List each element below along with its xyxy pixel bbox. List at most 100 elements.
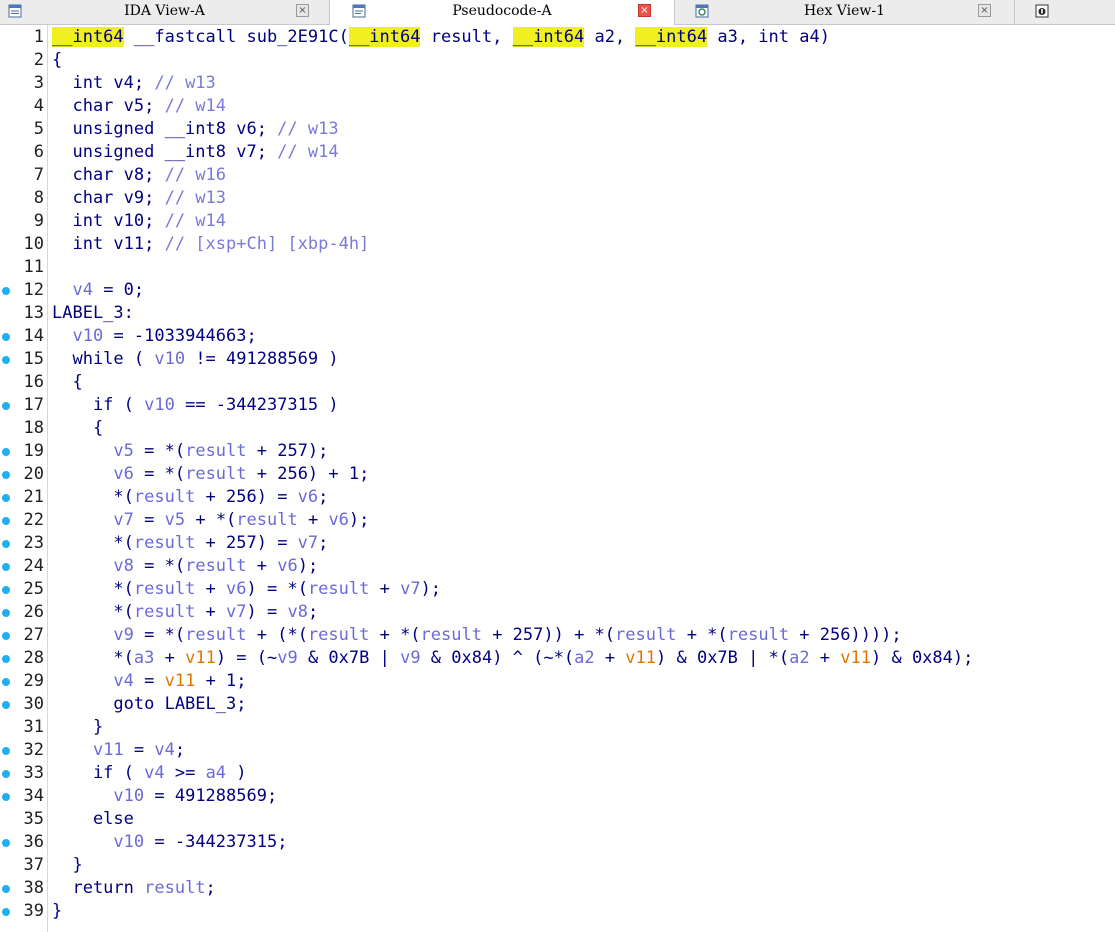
code-text[interactable]: }	[52, 716, 103, 739]
code-text[interactable]: *(result + 256) = v6;	[52, 486, 328, 509]
breakpoint-dot-icon[interactable]	[2, 908, 10, 916]
code-text[interactable]: v7 = v5 + *(result + v6);	[52, 509, 369, 532]
code-text[interactable]: else	[52, 808, 134, 831]
code-text[interactable]: }	[52, 854, 82, 877]
breakpoint-dot-icon[interactable]	[2, 701, 10, 709]
tab-ida-view-close-icon[interactable]: ×	[296, 4, 309, 17]
breakpoint-dot-icon[interactable]	[2, 287, 10, 295]
tab-ida-view[interactable]: IDA View-A ×	[0, 0, 330, 24]
tab-pseudocode[interactable]: Pseudocode-A ×	[330, 0, 675, 25]
tab-hex-view-close-icon[interactable]: ×	[978, 4, 991, 17]
code-text[interactable]: int v10; // w14	[52, 210, 226, 233]
code-line[interactable]: 19 v5 = *(result + 257);	[0, 440, 1115, 463]
code-line[interactable]: 27 v9 = *(result + (*(result + *(result …	[0, 624, 1115, 647]
breakpoint-dot-icon[interactable]	[2, 839, 10, 847]
breakpoint-dot-icon[interactable]	[2, 586, 10, 594]
tab-hex-view[interactable]: Hex View-1 ×	[675, 0, 1015, 24]
code-line[interactable]: 39}	[0, 900, 1115, 923]
breakpoint-dot-icon[interactable]	[2, 632, 10, 640]
code-line[interactable]: 24 v8 = *(result + v6);	[0, 555, 1115, 578]
code-text[interactable]: char v9; // w13	[52, 187, 226, 210]
breakpoint-dot-icon[interactable]	[2, 655, 10, 663]
code-line[interactable]: 5 unsigned __int8 v6; // w13	[0, 118, 1115, 141]
breakpoint-dot-icon[interactable]	[2, 678, 10, 686]
code-line[interactable]: 3 int v4; // w13	[0, 72, 1115, 95]
code-line[interactable]: 26 *(result + v7) = v8;	[0, 601, 1115, 624]
code-text[interactable]: int v4; // w13	[52, 72, 215, 95]
code-text[interactable]: unsigned __int8 v7; // w14	[52, 141, 338, 164]
code-line[interactable]: 31 }	[0, 716, 1115, 739]
code-text[interactable]: v9 = *(result + (*(result + *(result + 2…	[52, 624, 901, 647]
code-text[interactable]: return result;	[52, 877, 215, 900]
code-line[interactable]: 17 if ( v10 == -344237315 )	[0, 394, 1115, 417]
tab-pseudocode-close-icon[interactable]: ×	[638, 4, 651, 17]
code-line[interactable]: 20 v6 = *(result + 256) + 1;	[0, 463, 1115, 486]
code-text[interactable]: v10 = 491288569;	[52, 785, 277, 808]
breakpoint-dot-icon[interactable]	[2, 333, 10, 341]
breakpoint-dot-icon[interactable]	[2, 563, 10, 571]
code-line[interactable]: 11	[0, 256, 1115, 279]
code-line[interactable]: 34 v10 = 491288569;	[0, 785, 1115, 808]
code-text[interactable]: }	[52, 900, 62, 923]
code-text[interactable]: unsigned __int8 v6; // w13	[52, 118, 338, 141]
code-line[interactable]: 33 if ( v4 >= a4 )	[0, 762, 1115, 785]
code-line[interactable]: 6 unsigned __int8 v7; // w14	[0, 141, 1115, 164]
code-line[interactable]: 12 v4 = 0;	[0, 279, 1115, 302]
code-text[interactable]: {	[52, 417, 103, 440]
code-text[interactable]: v5 = *(result + 257);	[52, 440, 328, 463]
code-line[interactable]: 16 {	[0, 371, 1115, 394]
code-text[interactable]: LABEL_3:	[52, 302, 134, 325]
breakpoint-dot-icon[interactable]	[2, 517, 10, 525]
code-text[interactable]: *(a3 + v11) = (~v9 & 0x7B | v9 & 0x84) ^…	[52, 647, 973, 670]
code-text[interactable]: v8 = *(result + v6);	[52, 555, 318, 578]
code-text[interactable]: if ( v4 >= a4 )	[52, 762, 247, 785]
code-line[interactable]: 22 v7 = v5 + *(result + v6);	[0, 509, 1115, 532]
code-text[interactable]: *(result + v7) = v8;	[52, 601, 318, 624]
breakpoint-dot-icon[interactable]	[2, 402, 10, 410]
code-line[interactable]: 32 v11 = v4;	[0, 739, 1115, 762]
code-line[interactable]: 23 *(result + 257) = v7;	[0, 532, 1115, 555]
code-line[interactable]: 10 int v11; // [xsp+Ch] [xbp-4h]	[0, 233, 1115, 256]
code-line[interactable]: 8 char v9; // w13	[0, 187, 1115, 210]
code-text[interactable]: v6 = *(result + 256) + 1;	[52, 463, 369, 486]
breakpoint-dot-icon[interactable]	[2, 609, 10, 617]
code-text[interactable]: v11 = v4;	[52, 739, 185, 762]
code-line[interactable]: 38 return result;	[0, 877, 1115, 900]
tab-extra[interactable]	[1015, 0, 1115, 24]
code-line[interactable]: 2{	[0, 49, 1115, 72]
breakpoint-dot-icon[interactable]	[2, 540, 10, 548]
code-text[interactable]: {	[52, 371, 82, 394]
code-text[interactable]: v4 = v11 + 1;	[52, 670, 246, 693]
code-line[interactable]: 18 {	[0, 417, 1115, 440]
pseudocode-editor[interactable]: 1 __int64 __fastcall sub_2E91C(__int64 re…	[0, 25, 1115, 932]
code-line[interactable]: 35 else	[0, 808, 1115, 831]
breakpoint-dot-icon[interactable]	[2, 747, 10, 755]
code-line[interactable]: 29 v4 = v11 + 1;	[0, 670, 1115, 693]
code-line[interactable]: 25 *(result + v6) = *(result + v7);	[0, 578, 1115, 601]
code-line[interactable]: 37 }	[0, 854, 1115, 877]
code-line[interactable]: 9 int v10; // w14	[0, 210, 1115, 233]
code-text[interactable]: __int64 __fastcall sub_2E91C(__int64 res…	[52, 26, 830, 49]
code-text[interactable]: {	[52, 49, 62, 72]
code-text[interactable]: v10 = -1033944663;	[52, 325, 256, 348]
breakpoint-dot-icon[interactable]	[2, 885, 10, 893]
code-line[interactable]: 28 *(a3 + v11) = (~v9 & 0x7B | v9 & 0x84…	[0, 647, 1115, 670]
code-text[interactable]: v4 = 0;	[52, 279, 144, 302]
code-text[interactable]: *(result + 257) = v7;	[52, 532, 328, 555]
code-text[interactable]: *(result + v6) = *(result + v7);	[52, 578, 441, 601]
code-text[interactable]: v10 = -344237315;	[52, 831, 287, 854]
code-line[interactable]: 21 *(result + 256) = v6;	[0, 486, 1115, 509]
code-line[interactable]: 13 LABEL_3:	[0, 302, 1115, 325]
code-text[interactable]: char v5; // w14	[52, 95, 226, 118]
code-line[interactable]: 15 while ( v10 != 491288569 )	[0, 348, 1115, 371]
code-line[interactable]: 14 v10 = -1033944663;	[0, 325, 1115, 348]
code-line[interactable]: 7 char v8; // w16	[0, 164, 1115, 187]
breakpoint-dot-icon[interactable]	[2, 356, 10, 364]
code-text[interactable]: while ( v10 != 491288569 )	[52, 348, 338, 371]
code-line[interactable]: 1 __int64 __fastcall sub_2E91C(__int64 re…	[0, 26, 1115, 49]
code-text[interactable]: char v8; // w16	[52, 164, 226, 187]
code-text[interactable]: int v11; // [xsp+Ch] [xbp-4h]	[52, 233, 369, 256]
breakpoint-dot-icon[interactable]	[2, 471, 10, 479]
code-line[interactable]: 36 v10 = -344237315;	[0, 831, 1115, 854]
breakpoint-dot-icon[interactable]	[2, 448, 10, 456]
